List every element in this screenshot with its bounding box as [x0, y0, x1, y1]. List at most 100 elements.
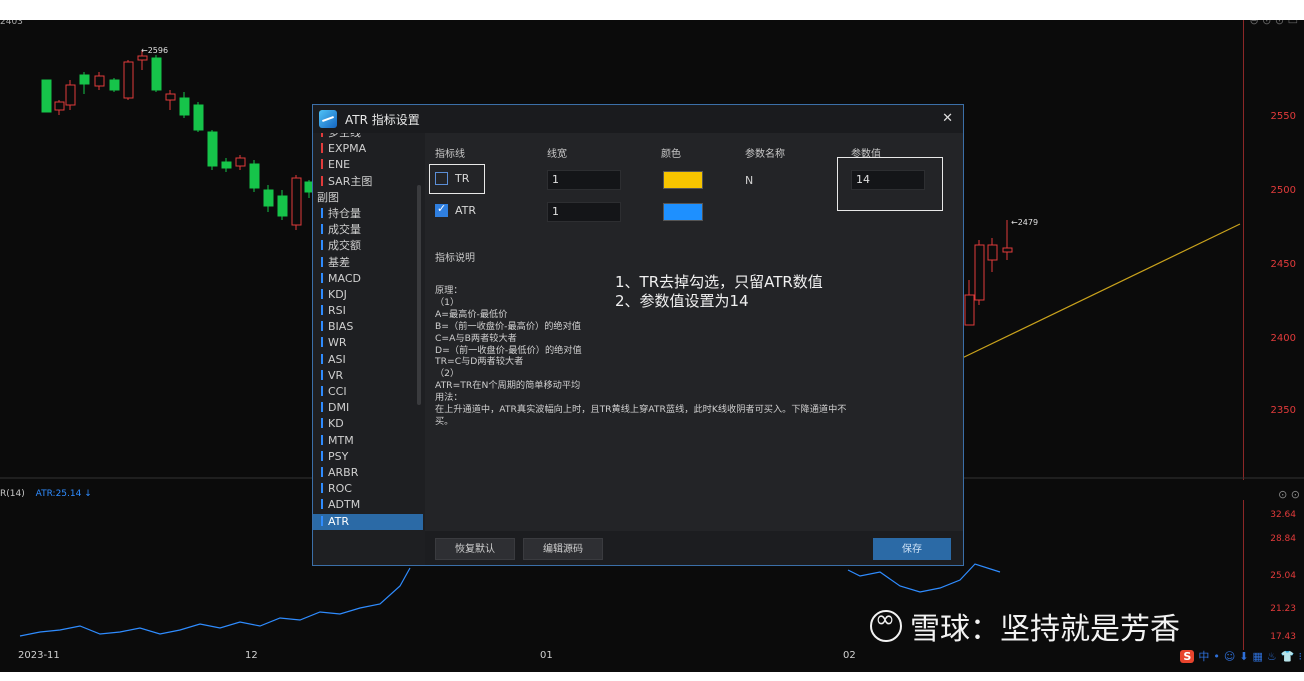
indicator-settings-icon[interactable]: ⊙ ⊙ — [1278, 488, 1300, 501]
indicator-list-label: PSY — [328, 449, 349, 463]
candle — [1002, 247, 1013, 253]
candle — [291, 177, 302, 226]
list-marker — [321, 159, 323, 170]
indicator-list-item[interactable]: DMI — [313, 400, 423, 416]
indicator-list-item[interactable]: PSY — [313, 449, 423, 465]
indicator-list-label: ARBR — [328, 465, 359, 479]
indicator-list-label: 持仓量 — [328, 206, 361, 220]
reset-default-button[interactable]: 恢复默认 — [435, 538, 515, 560]
param-name-n: N — [745, 174, 754, 187]
candle — [277, 195, 288, 217]
indicator-tick: 17.43 — [1270, 632, 1296, 642]
indicator-list-item[interactable]: KD — [313, 416, 423, 432]
watermark-text: 雪球：坚持就是芳香 — [910, 612, 1180, 647]
ime-tool-icon[interactable]: ♨ — [1267, 650, 1277, 663]
indicator-list-item[interactable]: ADTM — [313, 497, 423, 513]
peak-label-right: ←2479 — [1011, 218, 1039, 227]
indicator-list-item[interactable]: 成交额 — [313, 238, 423, 254]
xueqiu-logo-icon — [870, 605, 902, 642]
ime-punct-icon[interactable]: • — [1213, 650, 1220, 663]
list-scrollbar[interactable] — [417, 185, 421, 405]
atr-width-input[interactable]: 1 — [547, 202, 621, 222]
indicator-list-item[interactable]: KDJ — [313, 287, 423, 303]
atr-color-swatch[interactable] — [663, 203, 703, 221]
list-marker — [321, 321, 323, 332]
ime-emoji-icon[interactable]: ☺ — [1224, 650, 1235, 663]
ime-keyboard-icon[interactable]: ▦ — [1253, 650, 1263, 663]
candle — [94, 75, 105, 87]
indicator-list-item[interactable]: 多空线 — [313, 133, 423, 141]
atr-checkbox[interactable]: ATR — [435, 202, 477, 217]
candle — [221, 161, 232, 169]
indicator-legend: R(14) ATR:25.14 ↓ — [0, 489, 92, 499]
list-marker — [321, 256, 323, 267]
ime-voice-icon[interactable]: ⬇ — [1239, 650, 1248, 663]
candle — [193, 104, 204, 131]
indicator-list-item[interactable]: BIAS — [313, 319, 423, 335]
indicator-list-item[interactable]: CCI — [313, 384, 423, 400]
indicator-list-label: VR — [328, 368, 344, 382]
indicator-list-label: ATR — [328, 514, 350, 528]
ime-chinese-icon[interactable]: 中 — [1198, 648, 1209, 664]
indicator-list-item[interactable]: 持仓量 — [313, 206, 423, 222]
tr-color-swatch[interactable] — [663, 171, 703, 189]
close-icon[interactable]: ✕ — [942, 111, 953, 126]
indicator-list-item[interactable]: VR — [313, 368, 423, 384]
indicator-list-item[interactable]: EXPMA — [313, 141, 423, 157]
tr-width-input[interactable]: 1 — [547, 170, 621, 190]
dialog-titlebar[interactable]: ATR 指标设置 ✕ — [313, 105, 963, 133]
candle — [79, 74, 90, 85]
candle — [123, 61, 134, 99]
indicator-list-item[interactable]: ATR — [313, 513, 423, 530]
list-marker — [321, 143, 323, 154]
param-highlight-box — [837, 157, 943, 211]
indicator-list-item[interactable]: 基差 — [313, 255, 423, 271]
header-param-name: 参数名称 — [745, 149, 785, 160]
candle — [41, 79, 52, 113]
chart-toolbar-icons[interactable]: ⊖ ⊙ ⊙ ▭ — [1249, 20, 1298, 27]
list-marker — [321, 418, 323, 429]
description-line: 在上升通道中，ATR真实波幅向上时，且TR黄线上穿ATR蓝线，此时K线收阴者可买… — [435, 404, 847, 416]
ime-toolbar[interactable]: S 中 • ☺ ⬇ ▦ ♨ 👕 ⁝ — [1180, 648, 1302, 664]
sogou-ime-icon[interactable]: S — [1180, 649, 1195, 663]
candle — [974, 244, 985, 301]
ime-more-icon[interactable]: ⁝ — [1299, 650, 1303, 663]
indicator-list-item[interactable]: WR — [313, 335, 423, 351]
save-button[interactable]: 保存 — [873, 538, 951, 560]
indicator-list-item[interactable]: 成交量 — [313, 222, 423, 238]
indicator-list-item[interactable]: MTM — [313, 433, 423, 449]
atr-line-left — [19, 567, 411, 637]
description-line: ATR=TR在N个周期的简单移动平均 — [435, 380, 581, 392]
atr-value: ATR:25.14 ↓ — [35, 489, 92, 499]
atr-label: ATR — [455, 204, 477, 217]
indicator-list-item[interactable]: 副图 — [313, 190, 423, 206]
indicator-list[interactable]: 多空线 EXPMA ENE SAR主图副图持仓量成交量成交额基差 MACD KDJ RSI B… — [313, 133, 423, 565]
indicator-list-item[interactable]: ENE — [313, 157, 423, 173]
indicator-list-item[interactable]: ASI — [313, 352, 423, 368]
indicator-list-item[interactable]: ROC — [313, 481, 423, 497]
indicator-list-label: CCI — [328, 385, 347, 398]
indicator-list-label: KD — [328, 417, 344, 431]
indicator-list-label: 多空线 — [328, 133, 361, 139]
list-marker — [321, 386, 323, 396]
list-marker — [321, 499, 323, 510]
edit-source-button[interactable]: 编辑源码 — [523, 538, 603, 560]
dialog-footer: 恢复默认 编辑源码 保存 — [425, 531, 963, 565]
candle — [151, 57, 162, 91]
atr-checkbox-box[interactable] — [435, 202, 448, 217]
ime-skin-icon[interactable]: 👕 — [1281, 650, 1295, 663]
candle — [987, 244, 998, 261]
indicator-list-item[interactable]: RSI — [313, 303, 423, 319]
indicator-list-item[interactable]: ARBR — [313, 465, 423, 481]
indicator-list-item[interactable]: MACD — [313, 271, 423, 287]
candle — [54, 101, 65, 111]
indicator-list-label: ROC — [328, 482, 352, 496]
indicator-axis-line — [1243, 500, 1244, 650]
list-marker — [321, 207, 323, 218]
indicator-tick: 32.64 — [1270, 510, 1296, 520]
description-line: 买。 — [435, 415, 454, 427]
indicator-list-item[interactable]: SAR主图 — [313, 174, 423, 190]
list-marker — [321, 240, 323, 251]
watermark: 雪球：坚持就是芳香 — [870, 604, 1180, 648]
candle — [207, 131, 218, 167]
